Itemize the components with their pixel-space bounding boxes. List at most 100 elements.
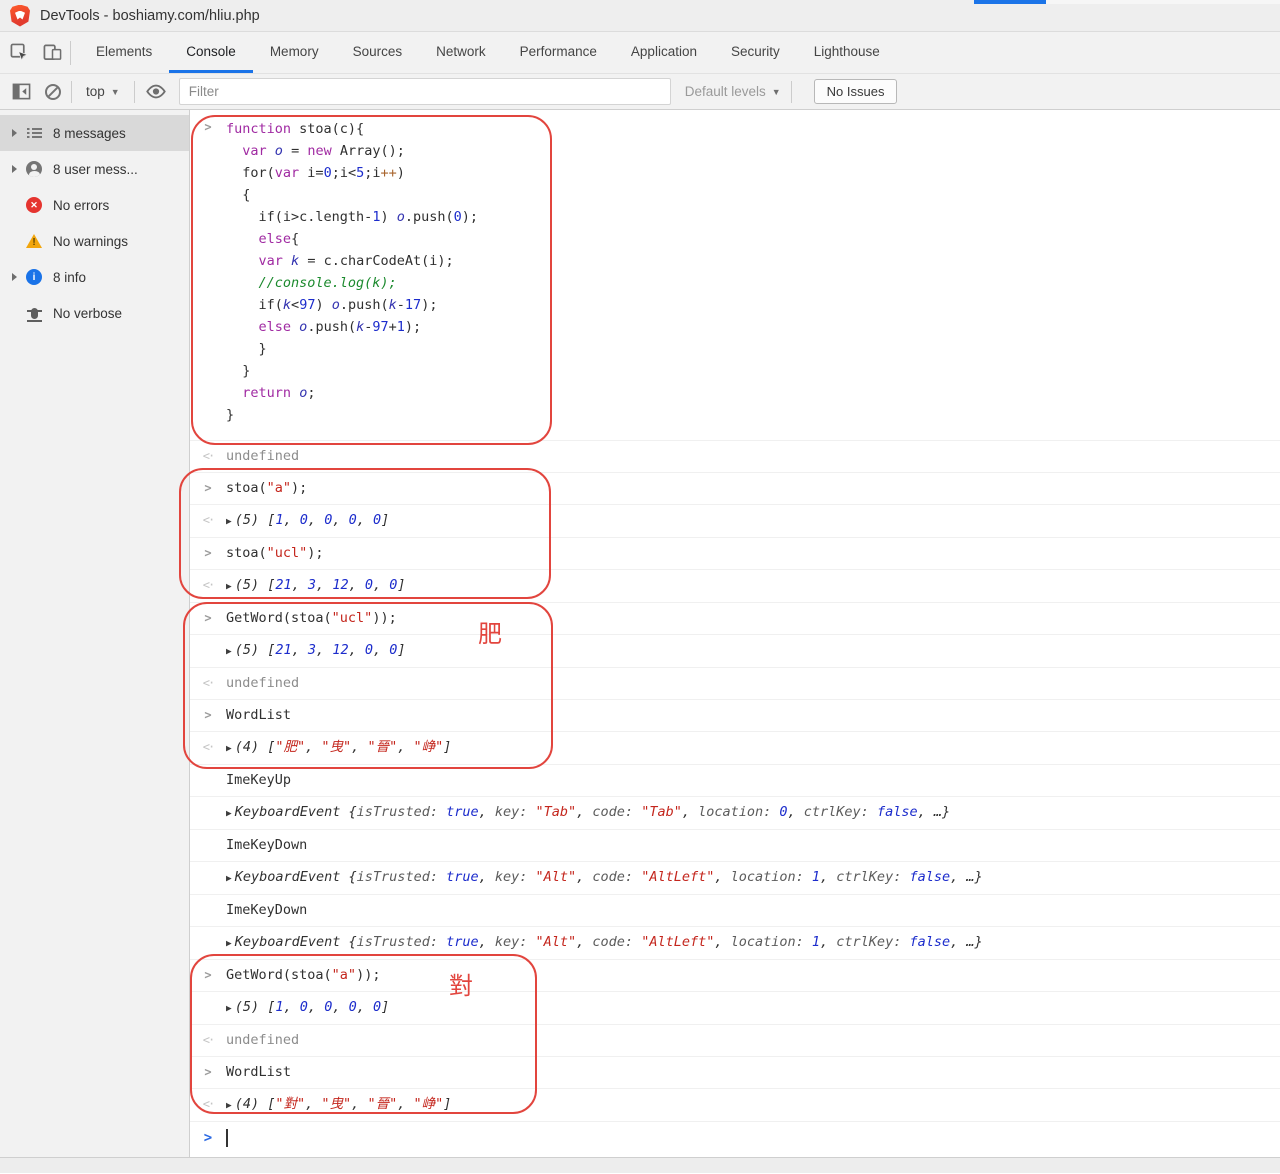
token: o <box>397 209 405 225</box>
return-value-icon: <· <box>190 576 226 595</box>
tab-elements[interactable]: Elements <box>79 32 169 73</box>
sidebar-item-no-errors[interactable]: No errors <box>0 187 189 223</box>
token: 0 <box>300 999 308 1015</box>
expand-triangle-icon[interactable]: ▶ <box>226 581 232 592</box>
token: 0 <box>454 209 462 225</box>
eye-live-expression-icon[interactable] <box>145 84 167 99</box>
token: 12 <box>332 642 348 658</box>
token: , <box>714 934 730 950</box>
token: 3 <box>308 642 316 658</box>
token <box>226 319 259 335</box>
tab-security[interactable]: Security <box>714 32 797 73</box>
token: , <box>682 804 698 820</box>
expand-triangle-icon[interactable]: ▶ <box>226 1100 232 1111</box>
console-message-text: GetWord(stoa("ucl")); <box>226 609 397 628</box>
token: { <box>349 804 357 820</box>
sidebar-item-no-verbose[interactable]: No verbose <box>0 295 189 331</box>
token: , <box>305 1096 321 1112</box>
command-chevron-icon: > <box>190 118 226 137</box>
tab-memory[interactable]: Memory <box>253 32 336 73</box>
tab-performance[interactable]: Performance <box>503 32 614 73</box>
token: , <box>316 577 332 593</box>
token: var <box>275 165 299 181</box>
expand-triangle-icon[interactable] <box>12 165 17 173</box>
token <box>291 319 299 335</box>
token: 1 <box>397 319 405 335</box>
command-chevron-icon: > <box>190 544 226 563</box>
tab-sources[interactable]: Sources <box>336 32 420 73</box>
token: ImeKeyDown <box>226 902 307 918</box>
token: stoa(c){ <box>291 121 364 137</box>
expand-triangle-icon[interactable] <box>12 129 17 137</box>
console-sidebar-toggle-icon[interactable] <box>12 82 31 101</box>
token: undefined <box>226 1032 299 1048</box>
expand-triangle-icon[interactable]: ▶ <box>226 516 232 527</box>
token: , <box>576 934 592 950</box>
text-cursor <box>226 1129 228 1147</box>
sidebar-item-8-user-mess-[interactable]: 8 user mess... <box>0 151 189 187</box>
token: ) <box>380 209 396 225</box>
token: 3 <box>308 577 316 593</box>
token: { <box>349 934 357 950</box>
result-undefined: <·undefined <box>190 441 1280 473</box>
token: 0 <box>300 512 308 528</box>
issues-badge[interactable]: No Issues <box>814 79 898 104</box>
console-sidebar: 8 messages 8 user mess... No errorsNo warn… <box>0 110 190 1157</box>
console-prompt-row[interactable]: > <box>190 1122 1280 1154</box>
expand-triangle-icon[interactable]: ▶ <box>226 808 232 819</box>
tab-lighthouse[interactable]: Lighthouse <box>797 32 897 73</box>
token: "AltLeft" <box>641 934 714 950</box>
inspect-element-icon[interactable] <box>10 43 29 62</box>
sidebar-item-label: 8 user mess... <box>53 162 138 177</box>
token: KeyboardEvent <box>235 869 349 885</box>
result-array-5: <·▶(5) [21, 3, 12, 0, 0] <box>190 570 1280 603</box>
console-message-text: ▶KeyboardEvent {isTrusted: true, key: "A… <box>226 933 983 953</box>
toolbar-divider <box>791 81 792 103</box>
sidebar-item-no-warnings[interactable]: No warnings <box>0 223 189 259</box>
expand-triangle-icon[interactable]: ▶ <box>226 1003 232 1014</box>
token: .push( <box>307 319 356 335</box>
device-toolbar-icon[interactable] <box>43 43 62 62</box>
log-keyboardevent-tab: ▶KeyboardEvent {isTrusted: true, key: "T… <box>190 797 1280 830</box>
token: "曳" <box>321 739 351 755</box>
token: undefined <box>226 448 299 464</box>
token: , <box>308 999 324 1015</box>
token: )); <box>372 610 396 626</box>
token: (4) [ <box>235 1096 276 1112</box>
token: "晉" <box>367 739 397 755</box>
expand-triangle-icon[interactable]: ▶ <box>226 938 232 949</box>
token: , <box>349 642 365 658</box>
token: 97 <box>372 319 388 335</box>
token: "Tab" <box>641 804 682 820</box>
token: WordList <box>226 1064 291 1080</box>
levels-label: Default levels <box>685 84 766 99</box>
user-messages-icon <box>26 161 42 177</box>
token: } <box>226 341 267 357</box>
token: , <box>308 512 324 528</box>
token: true <box>446 934 479 950</box>
sidebar-item-8-info[interactable]: 8 info <box>0 259 189 295</box>
token: , …} <box>950 869 983 885</box>
clear-console-icon[interactable] <box>45 84 61 100</box>
tab-application[interactable]: Application <box>614 32 714 73</box>
expand-triangle-icon[interactable]: ▶ <box>226 646 232 657</box>
command-wordlist: >WordList <box>190 1057 1280 1089</box>
filter-input[interactable] <box>179 78 671 105</box>
token <box>226 275 259 291</box>
token: KeyboardEvent <box>235 934 349 950</box>
expand-triangle-icon[interactable] <box>12 273 17 281</box>
token: 0 <box>365 642 373 658</box>
log-levels-selector[interactable]: Default levels ▼ <box>685 84 781 99</box>
return-value-icon: <· <box>190 1031 226 1050</box>
expand-triangle-icon[interactable]: ▶ <box>226 873 232 884</box>
token: var <box>259 253 283 269</box>
console-message-text: GetWord(stoa("a")); <box>226 966 380 985</box>
expand-triangle-icon[interactable]: ▶ <box>226 743 232 754</box>
execution-context-selector[interactable]: top ▼ <box>82 84 124 99</box>
sidebar-item-8-messages[interactable]: 8 messages <box>0 115 189 151</box>
tab-network[interactable]: Network <box>419 32 503 73</box>
tab-console[interactable]: Console <box>169 32 253 73</box>
return-value-icon: <· <box>190 674 226 693</box>
token: "曳" <box>321 1096 351 1112</box>
token: ctrlKey: <box>836 934 909 950</box>
